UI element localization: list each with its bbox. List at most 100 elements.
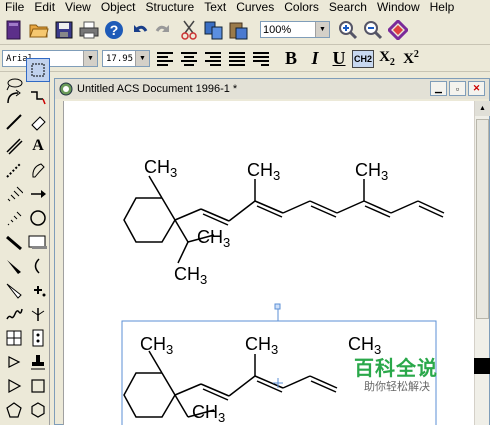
formula-button[interactable]: CH2 bbox=[352, 49, 374, 68]
menu-window[interactable]: Window bbox=[372, 0, 425, 14]
scroll-thumb[interactable] bbox=[476, 119, 489, 319]
square-ring-icon bbox=[31, 379, 45, 393]
zoom-select[interactable]: 100% ▼ bbox=[260, 21, 330, 38]
wavy-bond-icon bbox=[6, 308, 23, 320]
text-tool[interactable]: A bbox=[26, 134, 50, 158]
chevron-down-icon[interactable]: ▼ bbox=[135, 51, 149, 66]
font-name-select[interactable]: Arial ▼ bbox=[2, 50, 98, 67]
bracket-tool[interactable] bbox=[26, 254, 50, 278]
table-tool[interactable] bbox=[2, 326, 26, 350]
open-button[interactable] bbox=[27, 18, 51, 42]
redo-button[interactable] bbox=[152, 18, 176, 42]
hashed-bond-tool[interactable] bbox=[2, 182, 26, 206]
bold-button[interactable]: B bbox=[280, 48, 302, 70]
menu-colors[interactable]: Colors bbox=[279, 0, 324, 14]
maximize-button[interactable]: ▫ bbox=[449, 81, 466, 96]
double-bond-icon bbox=[6, 138, 23, 155]
zoom-in-button[interactable] bbox=[336, 18, 360, 42]
menu-text[interactable]: Text bbox=[199, 0, 231, 14]
paste-button[interactable] bbox=[227, 18, 251, 42]
drawing-elements-tool[interactable] bbox=[26, 230, 50, 254]
help-button[interactable]: ? bbox=[102, 18, 126, 42]
undo-button[interactable] bbox=[127, 18, 151, 42]
hollow-wedge-icon bbox=[6, 283, 22, 299]
arrow-tool[interactable] bbox=[26, 182, 50, 206]
close-button[interactable]: ✕ bbox=[468, 81, 485, 96]
align-center-icon bbox=[181, 51, 197, 66]
color-swatch[interactable] bbox=[474, 358, 490, 374]
menu-help[interactable]: Help bbox=[425, 0, 460, 14]
rectangle-icon bbox=[28, 235, 47, 249]
structure-perspective-tool[interactable] bbox=[2, 86, 26, 110]
double-bond-tool[interactable] bbox=[2, 134, 26, 158]
cyclobutane-tool[interactable] bbox=[26, 374, 50, 398]
chevron-down-icon[interactable]: ▼ bbox=[315, 22, 329, 37]
superscript-button[interactable]: X2 bbox=[400, 48, 422, 70]
text-format-toolbar: Arial ▼ 17.95 ▼ B I U CH2 X2 X2 bbox=[0, 46, 490, 72]
molecule-2-label: CH3 bbox=[140, 334, 173, 357]
marquee-tool[interactable] bbox=[26, 58, 50, 82]
menu-structure[interactable]: Structure bbox=[141, 0, 200, 14]
tlc-plate-tool[interactable] bbox=[26, 326, 50, 350]
cyclopentane-tool[interactable] bbox=[2, 398, 26, 422]
bond-icon bbox=[6, 114, 22, 130]
underline-button[interactable]: U bbox=[328, 48, 350, 70]
stamp-tool[interactable] bbox=[26, 350, 50, 374]
menu-object[interactable]: Object bbox=[96, 0, 141, 14]
save-button[interactable] bbox=[52, 18, 76, 42]
subscript-button[interactable]: X2 bbox=[376, 48, 398, 70]
charge-plus-icon bbox=[34, 286, 46, 297]
hashed-wedge-tool[interactable] bbox=[2, 206, 26, 230]
align-right-button[interactable] bbox=[202, 48, 224, 70]
arrow-icon bbox=[31, 190, 46, 198]
cyclohexane-tool[interactable] bbox=[26, 398, 50, 422]
svg-text:?: ? bbox=[110, 22, 119, 38]
ring-tool[interactable] bbox=[2, 350, 26, 374]
zoom-out-button[interactable] bbox=[361, 18, 385, 42]
molecule-1-bonds[interactable] bbox=[123, 175, 445, 264]
charge-tool[interactable] bbox=[26, 278, 50, 302]
hashed-bond-icon bbox=[7, 186, 23, 202]
dashed-bond-tool[interactable] bbox=[2, 158, 26, 182]
print-button[interactable] bbox=[77, 18, 101, 42]
hollow-wedge-tool[interactable] bbox=[2, 278, 26, 302]
new-document-button[interactable] bbox=[2, 18, 26, 42]
scroll-up-button[interactable]: ▲ bbox=[475, 101, 490, 116]
menu-curves[interactable]: Curves bbox=[231, 0, 279, 14]
copy-button[interactable] bbox=[202, 18, 226, 42]
cut-button[interactable] bbox=[177, 18, 201, 42]
molecule-1-label: CH3 bbox=[247, 160, 280, 183]
menu-file[interactable]: File bbox=[0, 0, 29, 14]
font-size-select[interactable]: 17.95 ▼ bbox=[102, 50, 150, 67]
molecule-1-label: CH3 bbox=[174, 264, 207, 287]
justify-button[interactable] bbox=[226, 48, 248, 70]
eraser-tool[interactable] bbox=[26, 110, 50, 134]
clean-structure-button[interactable] bbox=[386, 18, 410, 42]
menu-search[interactable]: Search bbox=[324, 0, 372, 14]
diamond-icon bbox=[388, 19, 408, 40]
solid-bond-tool[interactable] bbox=[2, 110, 26, 134]
orbital-tool[interactable] bbox=[26, 206, 50, 230]
undo-icon bbox=[134, 24, 148, 32]
vertical-scrollbar[interactable]: ▲ bbox=[474, 101, 490, 425]
bold-bond-tool[interactable] bbox=[2, 230, 26, 254]
cyclopropane-tool[interactable] bbox=[2, 374, 26, 398]
align-center-button[interactable] bbox=[178, 48, 200, 70]
molecule-1-label: CH3 bbox=[144, 157, 177, 180]
wedge-bond-tool[interactable] bbox=[2, 254, 26, 278]
chevron-down-icon[interactable]: ▼ bbox=[83, 51, 97, 66]
molecule-2-bonds[interactable] bbox=[123, 350, 338, 418]
query-tool[interactable] bbox=[26, 302, 50, 326]
printer-icon bbox=[79, 21, 99, 38]
italic-button[interactable]: I bbox=[304, 48, 326, 70]
minimize-button[interactable]: ▁ bbox=[430, 81, 447, 96]
pen-tool[interactable] bbox=[26, 158, 50, 182]
chemical-style-button[interactable] bbox=[250, 48, 272, 70]
menu-edit[interactable]: Edit bbox=[29, 0, 60, 14]
wavy-bond-tool[interactable] bbox=[2, 302, 26, 326]
menu-view[interactable]: View bbox=[60, 0, 96, 14]
mass-fragmentation-tool[interactable] bbox=[26, 86, 50, 110]
tool-palette: A bbox=[0, 58, 50, 425]
minimize-icon: ▁ bbox=[435, 83, 442, 93]
align-left-button[interactable] bbox=[154, 48, 176, 70]
